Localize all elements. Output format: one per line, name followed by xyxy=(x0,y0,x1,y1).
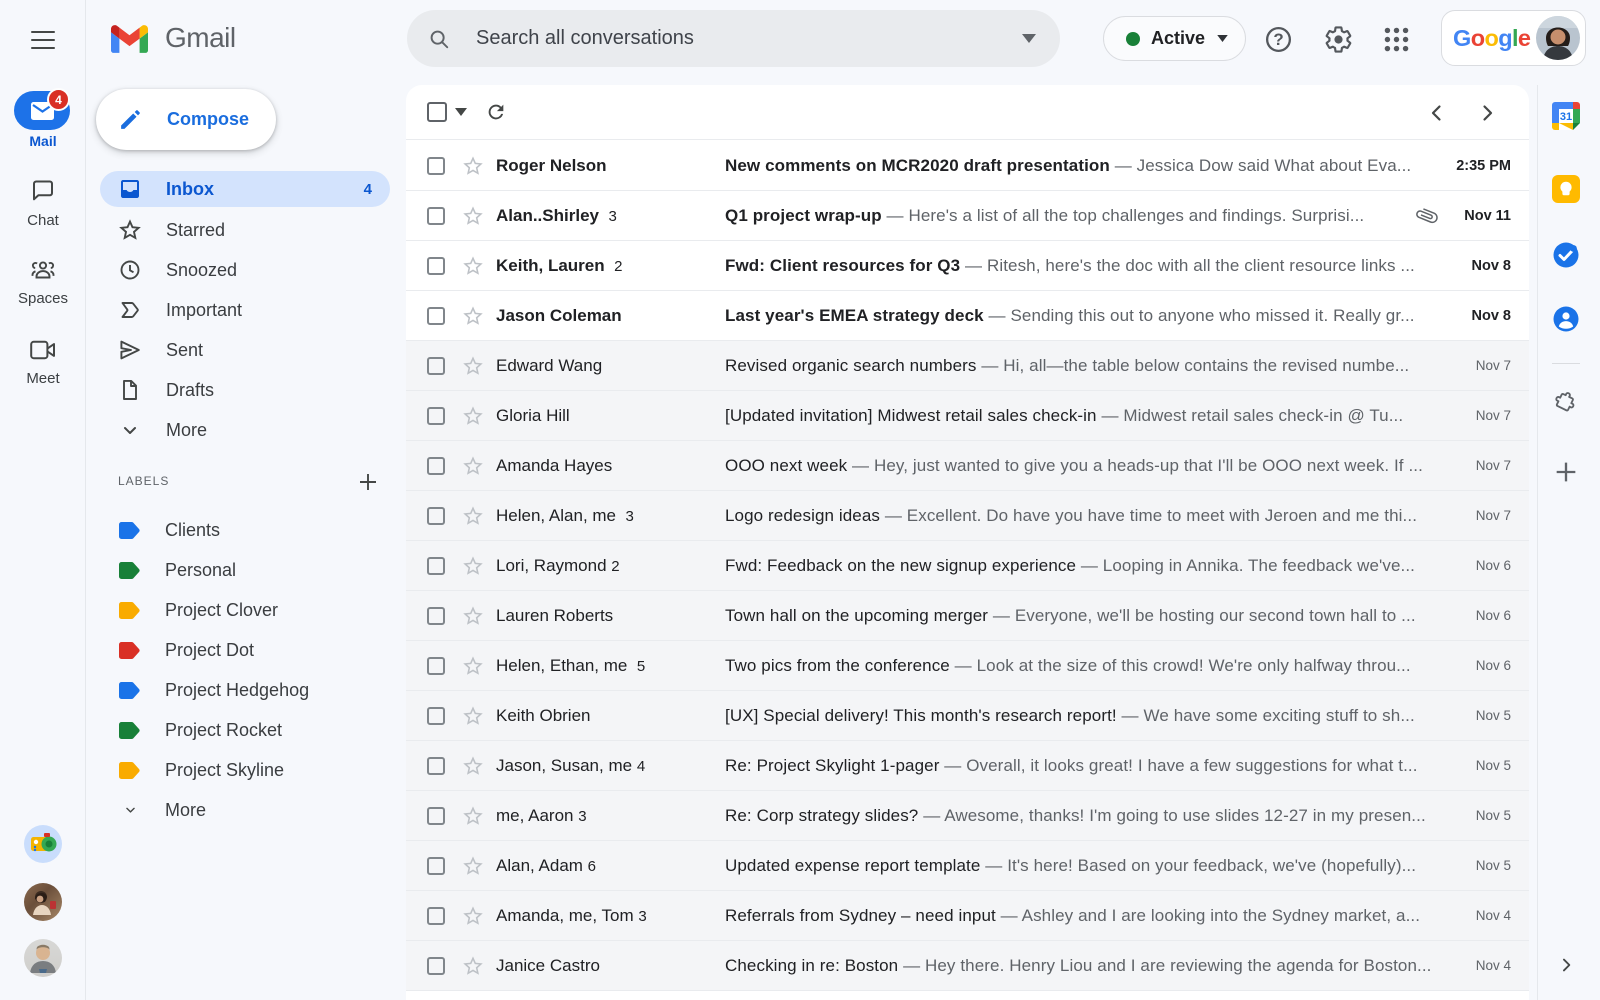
svg-text:?: ? xyxy=(1273,30,1283,49)
svg-text:31: 31 xyxy=(1560,111,1572,123)
